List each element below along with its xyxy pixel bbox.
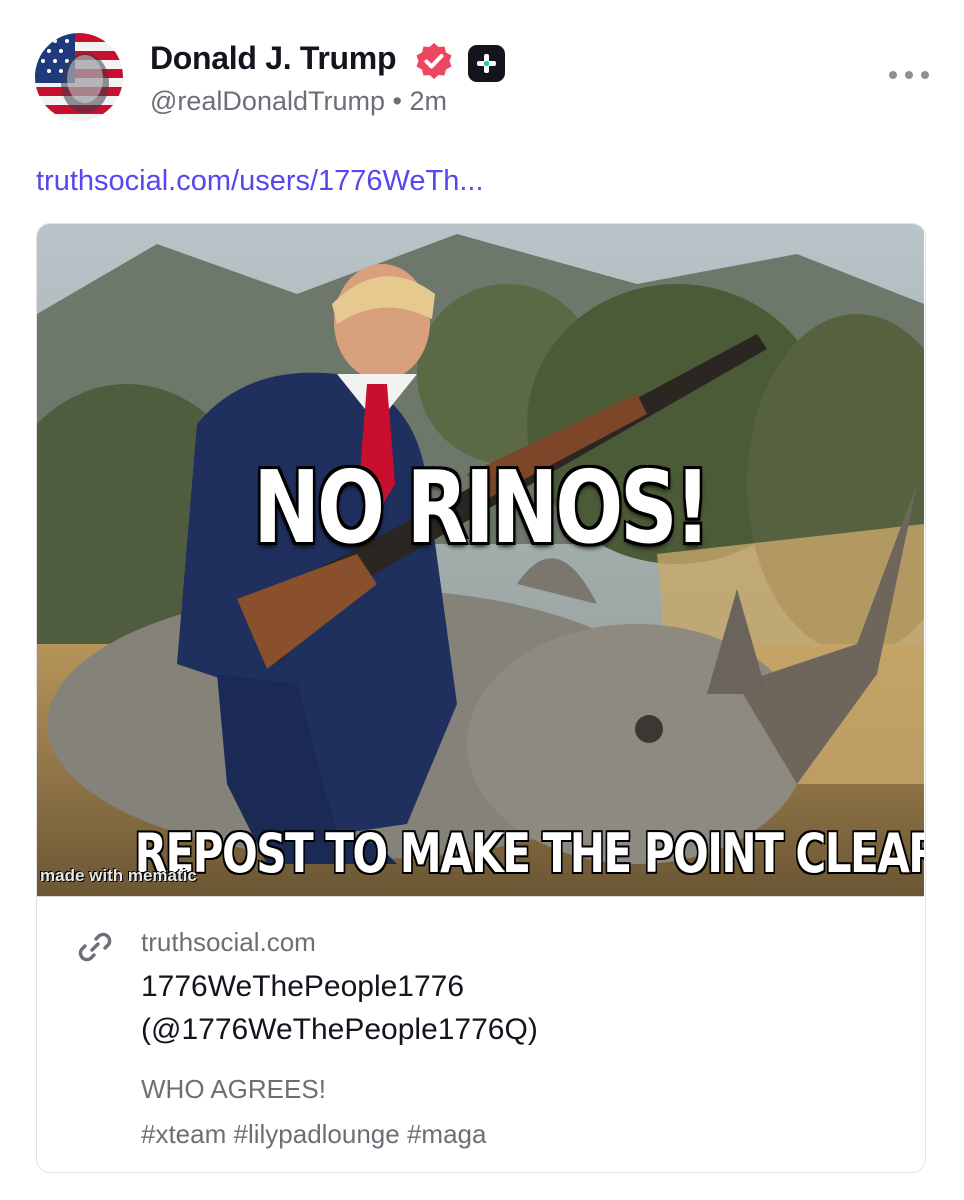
author-meta: @realDonaldTrump • 2m [150, 86, 447, 117]
preview-image[interactable]: NO RINOS! REPOST TO MAKE THE POINT CLEAR… [37, 224, 924, 897]
verified-badge-icon [416, 43, 452, 79]
post-link[interactable]: truthsocial.com/users/1776WeTh... [36, 165, 484, 198]
card-domain: truthsocial.com [141, 927, 316, 957]
card-title-line2: (@1776WeThePeople1776Q) [141, 1013, 538, 1046]
watermark-text: made with mematic [40, 866, 197, 885]
more-options-icon[interactable] [889, 66, 929, 84]
flag-portrait-avatar-image [35, 33, 123, 121]
card-title: 1776WeThePeople1776 (@1776WeThePeople177… [141, 965, 841, 1051]
link-preview-card[interactable]: NO RINOS! REPOST TO MAKE THE POINT CLEAR… [36, 223, 926, 1173]
avatar[interactable] [35, 33, 123, 121]
post-time[interactable]: 2m [409, 86, 447, 116]
meme-bottom-text: REPOST TO MAKE THE POINT CLEAR [134, 822, 924, 885]
meta-separator: • [392, 86, 402, 116]
truth-plus-icon [468, 45, 505, 82]
card-description: WHO AGREES! [141, 1074, 326, 1104]
card-hashtags: #xteam #lilypadlounge #maga [141, 1119, 487, 1149]
meme-top-text: NO RINOS! [253, 449, 711, 566]
author-handle[interactable]: @realDonaldTrump [150, 86, 385, 116]
author-name[interactable]: Donald J. Trump [150, 40, 397, 77]
link-icon [78, 932, 112, 962]
card-title-line1: 1776WeThePeople1776 [141, 970, 465, 1003]
